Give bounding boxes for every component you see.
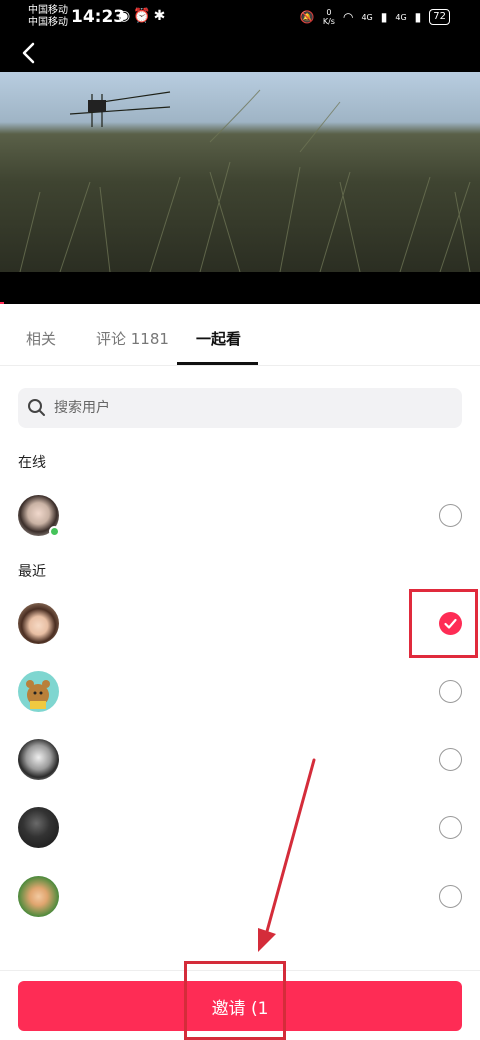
eye-icon: ◉ <box>118 8 134 24</box>
carrier-1: 中国移动 <box>28 5 68 16</box>
active-tab-indicator <box>177 362 258 365</box>
status-time: 14:23 <box>71 7 126 27</box>
status-right-icons: 🔕 0 K/s ◠ 4G ▮ 4G ▮ 72 <box>300 8 450 26</box>
signal-bars-icon: ▮ <box>380 10 388 24</box>
select-radio[interactable] <box>439 680 462 703</box>
avatar <box>18 603 59 644</box>
back-button[interactable] <box>14 38 44 68</box>
avatar <box>18 876 59 917</box>
cartoon-bear-icon <box>26 680 50 709</box>
battery-level: 72 <box>429 9 450 25</box>
video-frame-image <box>19 89 471 272</box>
tab-related[interactable]: 相关 <box>26 328 56 349</box>
user-row-recent-3[interactable] <box>0 729 480 789</box>
user-row-recent-4[interactable] <box>0 797 480 857</box>
online-status-dot <box>49 526 60 537</box>
signal-bars-icon-2: ▮ <box>414 10 422 24</box>
annotation-highlight-invite <box>184 961 286 1040</box>
avatar <box>18 671 59 712</box>
back-arrow-icon <box>22 42 35 64</box>
signal-1: 4G <box>361 12 373 22</box>
select-radio[interactable] <box>439 816 462 839</box>
mute-icon: 🔕 <box>299 10 315 24</box>
select-radio[interactable] <box>439 885 462 908</box>
top-nav <box>0 36 480 72</box>
tab-watch-together[interactable]: 一起看 <box>196 328 241 349</box>
status-bar: 中国移动 中国移动 14:23 ◉⏰✱ 🔕 0 K/s ◠ 4G ▮ 4G ▮ … <box>0 0 480 36</box>
search-input[interactable] <box>54 388 444 428</box>
video-player[interactable] <box>0 72 480 272</box>
annotation-highlight-checkbox <box>409 589 478 658</box>
carrier-2: 中国移动 <box>28 17 68 28</box>
bluetooth-icon: ✱ <box>153 8 169 24</box>
tab-comments[interactable]: 评论 1181 <box>96 328 169 349</box>
section-online-label: 在线 <box>18 455 46 471</box>
user-row-online-1[interactable] <box>0 485 480 545</box>
avatar <box>18 739 59 780</box>
wifi-icon: ◠ <box>342 10 354 24</box>
tab-bar: 相关 评论 1181 一起看 <box>0 304 480 366</box>
search-bar[interactable] <box>18 388 462 428</box>
select-radio[interactable] <box>439 504 462 527</box>
section-recent-label: 最近 <box>18 564 46 580</box>
net-speed: 0 K/s <box>322 8 335 26</box>
avatar <box>18 807 59 848</box>
select-radio[interactable] <box>439 748 462 771</box>
user-row-recent-1[interactable] <box>0 593 480 653</box>
alarm-icon: ⏰ <box>133 8 154 24</box>
status-left-icons: ◉⏰✱ <box>118 8 168 24</box>
signal-2: 4G <box>395 12 407 22</box>
user-row-recent-2[interactable] <box>0 661 480 721</box>
user-row-recent-5[interactable] <box>0 866 480 926</box>
search-icon <box>28 399 45 416</box>
video-bottom-bar <box>0 272 480 304</box>
carrier-labels: 中国移动 中国移动 <box>28 5 68 29</box>
